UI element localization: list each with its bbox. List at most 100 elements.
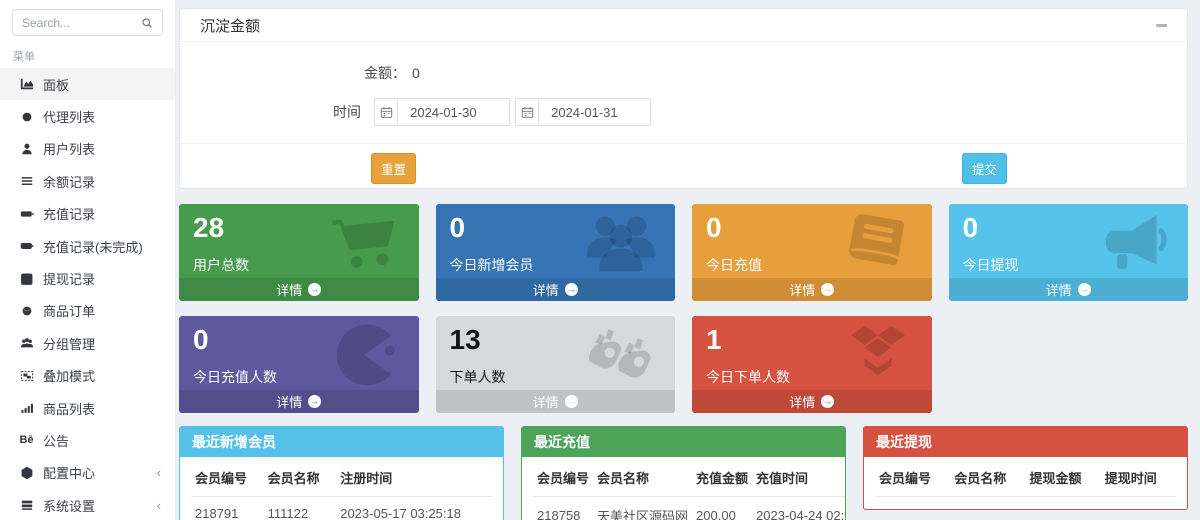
user-icon <box>19 141 34 156</box>
behance-icon: Bē <box>19 433 34 448</box>
arrow-circle-right-icon: → <box>1078 283 1091 296</box>
detail-link-label: 详情 <box>276 280 302 299</box>
table-cell: 2023-04-24 02:31:30 <box>752 497 846 520</box>
circle-icon <box>19 109 34 124</box>
column-header: 会员名称 <box>950 458 1025 497</box>
sidebar-item-9[interactable]: 叠加模式 <box>0 360 175 392</box>
amount-label: 金额： <box>364 65 406 81</box>
sidebar-item-8[interactable]: 分组管理 <box>0 327 175 359</box>
column-header: 会员编号 <box>191 458 264 497</box>
sidebar-item-2[interactable]: 用户列表 <box>0 133 175 165</box>
chevron-left-icon: ‹ <box>157 466 161 479</box>
stat-cards-row-2: 0今日充值人数详情→13下单人数详情→1今日下单人数详情→ <box>179 316 1188 413</box>
settled-amount-panel: 沉淀金额 金额： 0 时间 <box>179 8 1188 189</box>
search-box[interactable] <box>12 9 163 36</box>
users-icon <box>19 336 34 351</box>
table-cell: 218758 <box>533 497 593 520</box>
date-to-input[interactable] <box>539 99 650 125</box>
arrow-circle-right-icon: → <box>821 395 834 408</box>
chart-area-icon <box>19 77 34 92</box>
column-header: 充值时间 <box>752 458 846 497</box>
time-row: 时间 <box>333 98 1187 126</box>
table-panel-body: 会员编号会员名称充值金额充值时间218758天美社区源码网200.002023-… <box>522 457 845 520</box>
stat-card-0: 28用户总数详情→ <box>179 204 419 301</box>
table-cell: 111122 <box>264 497 337 520</box>
bullhorn-icon <box>1098 211 1170 275</box>
battery-empty-icon <box>19 239 34 254</box>
sidebar: 菜单 面板代理列表用户列表余额记录充值记录充值记录(未完成)提现记录商品订单分组… <box>0 0 176 520</box>
detail-link[interactable]: 详情 → <box>692 390 932 413</box>
sidebar-item-label: 系统设置 <box>43 496 95 515</box>
sidebar-item-label: 公告 <box>43 431 69 450</box>
sidebar-item-label: 面板 <box>43 75 69 94</box>
detail-link-label: 详情 <box>533 392 559 411</box>
sidebar-item-0[interactable]: 面板 <box>0 68 175 100</box>
table-cell: 天美社区源码网 <box>593 497 692 520</box>
sidebar-item-label: 商品订单 <box>43 301 95 320</box>
detail-link[interactable]: 详情→ <box>436 278 676 301</box>
signal-icon <box>19 401 34 416</box>
recent-tables-row: 最近新增会员会员编号会员名称注册时间2187911111222023-05-17… <box>179 426 1188 520</box>
table-cell: 200.00 <box>692 497 752 520</box>
sidebar-item-label: 提现记录 <box>43 269 95 288</box>
data-table: 会员编号会员名称提现金额提现时间 <box>875 458 1176 497</box>
sidebar-item-label: 分组管理 <box>43 334 95 353</box>
detail-link[interactable]: 详情 → <box>179 390 419 413</box>
data-table: 会员编号会员名称注册时间2187911111222023-05-17 03:25… <box>191 458 492 520</box>
detail-link[interactable]: 详情 → <box>949 278 1189 301</box>
column-header: 会员编号 <box>875 458 950 497</box>
sidebar-item-13[interactable]: 系统设置‹ <box>0 489 175 520</box>
main-content: 沉淀金额 金额： 0 时间 <box>176 0 1200 520</box>
date-from-input[interactable] <box>398 99 509 125</box>
recent-table-panel-1: 最近充值会员编号会员名称充值金额充值时间218758天美社区源码网200.002… <box>521 426 846 520</box>
stat-card-5: 13下单人数详情→ <box>436 316 676 413</box>
arrow-circle-right-icon: → <box>308 395 321 408</box>
time-label: 时间 <box>333 102 361 122</box>
column-header: 提现金额 <box>1026 458 1101 497</box>
sidebar-item-11[interactable]: Bē 公告 <box>0 424 175 456</box>
submit-button[interactable]: 提交 <box>962 153 1007 184</box>
search-icon[interactable] <box>141 17 153 29</box>
date-from-group <box>374 98 510 126</box>
collapse-icon[interactable] <box>1156 24 1167 27</box>
sidebar-item-1[interactable]: 代理列表 <box>0 100 175 132</box>
recent-table-panel-2: 最近提现会员编号会员名称提现金额提现时间 <box>863 426 1188 510</box>
check-square-icon <box>19 271 34 286</box>
panel-header: 沉淀金额 <box>180 9 1187 42</box>
sidebar-item-4[interactable]: 充值记录 <box>0 198 175 230</box>
sidebar-item-6[interactable]: 提现记录 <box>0 262 175 294</box>
sidebar-item-12[interactable]: 配置中心‹ <box>0 457 175 489</box>
arrow-circle-right-icon: → <box>821 283 834 296</box>
detail-link-label: 详情 <box>276 392 302 411</box>
table-panel-title: 最近提现 <box>864 427 1187 457</box>
panel-body: 金额： 0 时间 <box>180 42 1187 188</box>
sidebar-item-7[interactable]: 商品订单 <box>0 295 175 327</box>
stat-card-2: 0今日充值详情→ <box>692 204 932 301</box>
detail-link-label: 详情 <box>789 280 815 299</box>
column-header: 会员编号 <box>533 458 593 497</box>
reset-button[interactable]: 重置 <box>371 153 416 184</box>
sidebar-item-5[interactable]: 充值记录(未完成) <box>0 230 175 262</box>
book-icon <box>842 211 914 275</box>
sidebar-item-label: 用户列表 <box>43 139 95 158</box>
detail-link[interactable]: 详情→ <box>179 278 419 301</box>
amount-value: 0 <box>412 65 420 81</box>
stat-card-4: 0今日充值人数详情→ <box>179 316 419 413</box>
sidebar-item-3[interactable]: 余额记录 <box>0 165 175 197</box>
table-row: 2187911111222023-05-17 03:25:18 <box>191 497 492 520</box>
dropbox-icon <box>842 323 914 387</box>
stat-card-1: 0今日新增会员详情→ <box>436 204 676 301</box>
search-input[interactable] <box>22 16 141 30</box>
sidebar-item-10[interactable]: 商品列表 <box>0 392 175 424</box>
calendar-icon[interactable] <box>516 99 539 125</box>
amount-row: 金额： 0 <box>364 63 1187 83</box>
detail-link-label: 详情 <box>1046 280 1072 299</box>
calendar-icon[interactable] <box>375 99 398 125</box>
stat-cards-row-1: 28用户总数详情→0今日新增会员详情→0今日充值详情→0今日提现详情→ <box>179 204 1188 301</box>
battery-full-icon <box>19 206 34 221</box>
date-to-group <box>515 98 651 126</box>
detail-link[interactable]: 详情→ <box>436 390 676 413</box>
detail-link-label: 详情 <box>789 392 815 411</box>
column-header: 充值金额 <box>692 458 752 497</box>
detail-link[interactable]: 详情 → <box>692 278 932 301</box>
